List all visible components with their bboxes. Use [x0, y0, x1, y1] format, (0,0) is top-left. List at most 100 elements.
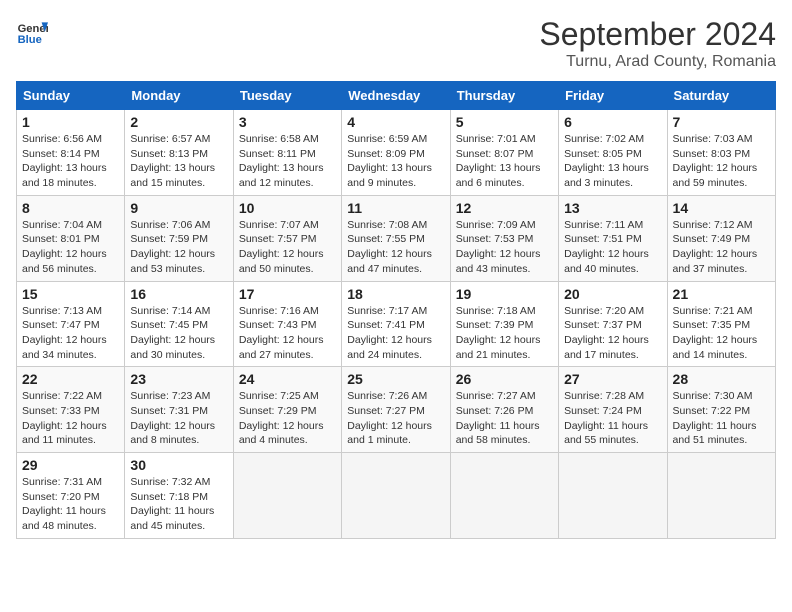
day-detail: Sunrise: 7:13 AMSunset: 7:47 PMDaylight:…: [22, 304, 119, 363]
day-number: 1: [22, 114, 119, 130]
day-number: 25: [347, 371, 444, 387]
calendar-week-row: 15 Sunrise: 7:13 AMSunset: 7:47 PMDayligh…: [17, 281, 776, 367]
calendar-week-row: 29 Sunrise: 7:31 AMSunset: 7:20 PMDayligh…: [17, 453, 776, 539]
day-detail: Sunrise: 7:23 AMSunset: 7:31 PMDaylight:…: [130, 389, 227, 448]
day-number: 30: [130, 457, 227, 473]
calendar-cell: [667, 453, 775, 539]
day-number: 22: [22, 371, 119, 387]
header: General Blue September 2024 Turnu, Arad …: [16, 16, 776, 71]
svg-text:Blue: Blue: [18, 34, 42, 46]
day-number: 29: [22, 457, 119, 473]
day-number: 6: [564, 114, 661, 130]
location-title: Turnu, Arad County, Romania: [539, 53, 776, 71]
day-number: 27: [564, 371, 661, 387]
calendar-cell: 26 Sunrise: 7:27 AMSunset: 7:26 PMDayligh…: [450, 367, 558, 453]
calendar-cell: 17 Sunrise: 7:16 AMSunset: 7:43 PMDayligh…: [233, 281, 341, 367]
day-number: 7: [673, 114, 770, 130]
calendar-cell: 3 Sunrise: 6:58 AMSunset: 8:11 PMDaylight…: [233, 110, 341, 196]
day-number: 12: [456, 200, 553, 216]
day-number: 14: [673, 200, 770, 216]
day-number: 3: [239, 114, 336, 130]
calendar-cell: 5 Sunrise: 7:01 AMSunset: 8:07 PMDaylight…: [450, 110, 558, 196]
calendar-cell: [233, 453, 341, 539]
header-day-saturday: Saturday: [667, 82, 775, 110]
day-detail: Sunrise: 7:26 AMSunset: 7:27 PMDaylight:…: [347, 389, 444, 448]
day-detail: Sunrise: 7:31 AMSunset: 7:20 PMDaylight:…: [22, 475, 119, 534]
day-detail: Sunrise: 7:32 AMSunset: 7:18 PMDaylight:…: [130, 475, 227, 534]
day-detail: Sunrise: 7:03 AMSunset: 8:03 PMDaylight:…: [673, 132, 770, 191]
day-detail: Sunrise: 7:20 AMSunset: 7:37 PMDaylight:…: [564, 304, 661, 363]
day-detail: Sunrise: 7:14 AMSunset: 7:45 PMDaylight:…: [130, 304, 227, 363]
day-detail: Sunrise: 6:56 AMSunset: 8:14 PMDaylight:…: [22, 132, 119, 191]
calendar-cell: 27 Sunrise: 7:28 AMSunset: 7:24 PMDayligh…: [559, 367, 667, 453]
calendar-cell: 15 Sunrise: 7:13 AMSunset: 7:47 PMDayligh…: [17, 281, 125, 367]
calendar-cell: 19 Sunrise: 7:18 AMSunset: 7:39 PMDayligh…: [450, 281, 558, 367]
day-detail: Sunrise: 7:04 AMSunset: 8:01 PMDaylight:…: [22, 218, 119, 277]
calendar-cell: 7 Sunrise: 7:03 AMSunset: 8:03 PMDaylight…: [667, 110, 775, 196]
day-number: 19: [456, 286, 553, 302]
day-number: 10: [239, 200, 336, 216]
logo-icon: General Blue: [16, 16, 48, 48]
calendar-cell: 28 Sunrise: 7:30 AMSunset: 7:22 PMDayligh…: [667, 367, 775, 453]
calendar-cell: 2 Sunrise: 6:57 AMSunset: 8:13 PMDaylight…: [125, 110, 233, 196]
calendar-cell: 29 Sunrise: 7:31 AMSunset: 7:20 PMDayligh…: [17, 453, 125, 539]
day-detail: Sunrise: 7:09 AMSunset: 7:53 PMDaylight:…: [456, 218, 553, 277]
calendar-cell: 16 Sunrise: 7:14 AMSunset: 7:45 PMDayligh…: [125, 281, 233, 367]
calendar-cell: 24Sunrise: 7:25 AMSunset: 7:29 PMDayligh…: [233, 367, 341, 453]
day-detail: Sunrise: 7:27 AMSunset: 7:26 PMDaylight:…: [456, 389, 553, 448]
calendar-cell: 12 Sunrise: 7:09 AMSunset: 7:53 PMDayligh…: [450, 195, 558, 281]
day-number: 17: [239, 286, 336, 302]
header-day-friday: Friday: [559, 82, 667, 110]
day-number: 28: [673, 371, 770, 387]
day-detail: Sunrise: 7:08 AMSunset: 7:55 PMDaylight:…: [347, 218, 444, 277]
calendar-cell: 1 Sunrise: 6:56 AMSunset: 8:14 PMDaylight…: [17, 110, 125, 196]
header-day-wednesday: Wednesday: [342, 82, 450, 110]
day-number: 23: [130, 371, 227, 387]
day-detail: Sunrise: 7:07 AMSunset: 7:57 PMDaylight:…: [239, 218, 336, 277]
calendar-cell: 23 Sunrise: 7:23 AMSunset: 7:31 PMDayligh…: [125, 367, 233, 453]
calendar-cell: 11Sunrise: 7:08 AMSunset: 7:55 PMDayligh…: [342, 195, 450, 281]
day-detail: Sunrise: 7:28 AMSunset: 7:24 PMDaylight:…: [564, 389, 661, 448]
header-day-sunday: Sunday: [17, 82, 125, 110]
calendar-week-row: 22 Sunrise: 7:22 AMSunset: 7:33 PMDayligh…: [17, 367, 776, 453]
logo: General Blue: [16, 16, 48, 48]
month-title: September 2024: [539, 16, 776, 53]
calendar-cell: 10 Sunrise: 7:07 AMSunset: 7:57 PMDayligh…: [233, 195, 341, 281]
calendar-cell: 6 Sunrise: 7:02 AMSunset: 8:05 PMDaylight…: [559, 110, 667, 196]
calendar-cell: [342, 453, 450, 539]
day-number: 18: [347, 286, 444, 302]
calendar-week-row: 1 Sunrise: 6:56 AMSunset: 8:14 PMDaylight…: [17, 110, 776, 196]
calendar-week-row: 8 Sunrise: 7:04 AMSunset: 8:01 PMDaylight…: [17, 195, 776, 281]
day-number: 4: [347, 114, 444, 130]
day-detail: Sunrise: 7:30 AMSunset: 7:22 PMDaylight:…: [673, 389, 770, 448]
calendar-cell: 22 Sunrise: 7:22 AMSunset: 7:33 PMDayligh…: [17, 367, 125, 453]
day-detail: Sunrise: 6:58 AMSunset: 8:11 PMDaylight:…: [239, 132, 336, 191]
day-number: 15: [22, 286, 119, 302]
calendar-cell: 9Sunrise: 7:06 AMSunset: 7:59 PMDaylight…: [125, 195, 233, 281]
day-detail: Sunrise: 7:21 AMSunset: 7:35 PMDaylight:…: [673, 304, 770, 363]
day-number: 21: [673, 286, 770, 302]
day-detail: Sunrise: 7:16 AMSunset: 7:43 PMDaylight:…: [239, 304, 336, 363]
day-detail: Sunrise: 7:02 AMSunset: 8:05 PMDaylight:…: [564, 132, 661, 191]
calendar-cell: 4Sunrise: 6:59 AMSunset: 8:09 PMDaylight…: [342, 110, 450, 196]
day-number: 2: [130, 114, 227, 130]
calendar-cell: 20Sunrise: 7:20 AMSunset: 7:37 PMDayligh…: [559, 281, 667, 367]
day-detail: Sunrise: 6:57 AMSunset: 8:13 PMDaylight:…: [130, 132, 227, 191]
day-detail: Sunrise: 7:01 AMSunset: 8:07 PMDaylight:…: [456, 132, 553, 191]
calendar-cell: 21 Sunrise: 7:21 AMSunset: 7:35 PMDayligh…: [667, 281, 775, 367]
day-detail: Sunrise: 7:12 AMSunset: 7:49 PMDaylight:…: [673, 218, 770, 277]
calendar-header-row: SundayMondayTuesdayWednesdayThursdayFrid…: [17, 82, 776, 110]
day-number: 5: [456, 114, 553, 130]
day-detail: Sunrise: 7:25 AMSunset: 7:29 PMDaylight:…: [239, 389, 336, 448]
day-detail: Sunrise: 7:06 AMSunset: 7:59 PMDaylight:…: [130, 218, 227, 277]
day-number: 8: [22, 200, 119, 216]
day-detail: Sunrise: 7:22 AMSunset: 7:33 PMDaylight:…: [22, 389, 119, 448]
calendar-cell: 25 Sunrise: 7:26 AMSunset: 7:27 PMDayligh…: [342, 367, 450, 453]
calendar-cell: [450, 453, 558, 539]
calendar-cell: [559, 453, 667, 539]
day-detail: Sunrise: 7:18 AMSunset: 7:39 PMDaylight:…: [456, 304, 553, 363]
day-number: 26: [456, 371, 553, 387]
day-number: 16: [130, 286, 227, 302]
calendar-cell: 13Sunrise: 7:11 AMSunset: 7:51 PMDayligh…: [559, 195, 667, 281]
title-block: September 2024 Turnu, Arad County, Roman…: [539, 16, 776, 71]
